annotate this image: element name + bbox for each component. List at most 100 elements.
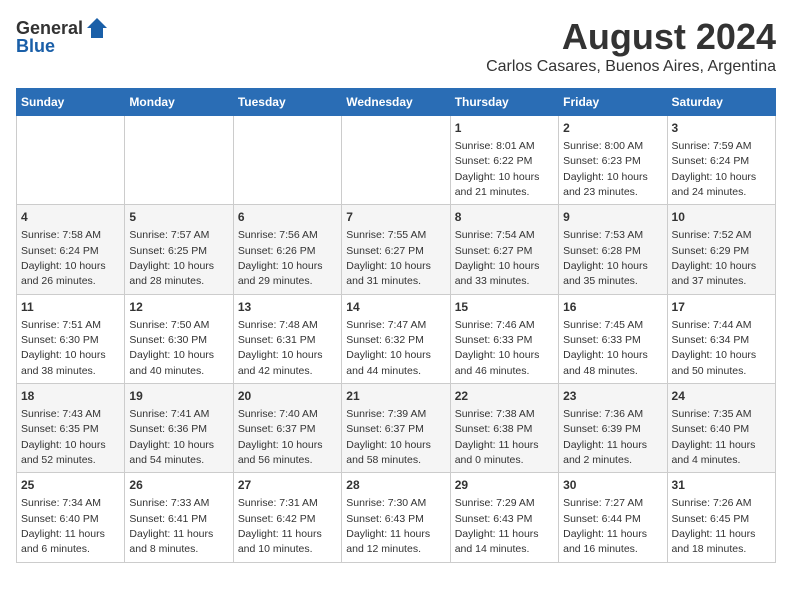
- day-number: 31: [672, 477, 771, 494]
- day-content: Sunrise: 7:53 AM Sunset: 6:28 PM Dayligh…: [563, 229, 648, 287]
- day-content: Sunrise: 7:41 AM Sunset: 6:36 PM Dayligh…: [129, 408, 214, 466]
- week-row-2: 4 Sunrise: 7:58 AM Sunset: 6:24 PM Daylig…: [17, 205, 776, 294]
- day-number: 22: [455, 388, 554, 405]
- day-cell: 28Sunrise: 7:30 AM Sunset: 6:43 PM Dayli…: [342, 473, 450, 562]
- day-cell: [17, 116, 125, 205]
- day-content: Sunrise: 7:33 AM Sunset: 6:41 PM Dayligh…: [129, 497, 213, 555]
- day-cell: [233, 116, 341, 205]
- day-content: Sunrise: 7:40 AM Sunset: 6:37 PM Dayligh…: [238, 408, 323, 466]
- day-number: 13: [238, 299, 337, 316]
- day-content: Sunrise: 7:51 AM Sunset: 6:30 PM Dayligh…: [21, 319, 106, 377]
- day-cell: 21 Sunrise: 7:39 AM Sunset: 6:37 PM Dayli…: [342, 384, 450, 473]
- day-number: 16: [563, 299, 662, 316]
- day-cell: 30Sunrise: 7:27 AM Sunset: 6:44 PM Dayli…: [559, 473, 667, 562]
- day-content: Sunrise: 7:46 AM Sunset: 6:33 PM Dayligh…: [455, 319, 540, 377]
- day-cell: 31 Sunrise: 7:26 AM Sunset: 6:45 PM Dayli…: [667, 473, 775, 562]
- logo-icon: [85, 16, 109, 40]
- day-cell: 22 Sunrise: 7:38 AM Sunset: 6:38 PM Dayli…: [450, 384, 558, 473]
- day-content: Sunrise: 7:52 AM Sunset: 6:29 PM Dayligh…: [672, 229, 757, 287]
- day-cell: 14 Sunrise: 7:47 AM Sunset: 6:32 PM Dayli…: [342, 294, 450, 383]
- day-cell: 18 Sunrise: 7:43 AM Sunset: 6:35 PM Dayli…: [17, 384, 125, 473]
- day-content: Sunrise: 7:44 AM Sunset: 6:34 PM Dayligh…: [672, 319, 757, 377]
- day-number: 30: [563, 477, 662, 494]
- day-cell: [342, 116, 450, 205]
- col-header-thursday: Thursday: [450, 89, 558, 116]
- day-number: 27: [238, 477, 337, 494]
- day-cell: 19 Sunrise: 7:41 AM Sunset: 6:36 PM Dayli…: [125, 384, 233, 473]
- day-number: 12: [129, 299, 228, 316]
- header-row: SundayMondayTuesdayWednesdayThursdayFrid…: [17, 89, 776, 116]
- day-cell: 26 Sunrise: 7:33 AM Sunset: 6:41 PM Dayli…: [125, 473, 233, 562]
- day-cell: 13 Sunrise: 7:48 AM Sunset: 6:31 PM Dayli…: [233, 294, 341, 383]
- day-number: 8: [455, 209, 554, 226]
- day-number: 15: [455, 299, 554, 316]
- day-cell: 9 Sunrise: 7:53 AM Sunset: 6:28 PM Daylig…: [559, 205, 667, 294]
- day-cell: 25Sunrise: 7:34 AM Sunset: 6:40 PM Dayli…: [17, 473, 125, 562]
- day-cell: 27 Sunrise: 7:31 AM Sunset: 6:42 PM Dayli…: [233, 473, 341, 562]
- day-cell: 11Sunrise: 7:51 AM Sunset: 6:30 PM Dayli…: [17, 294, 125, 383]
- day-content: Sunrise: 7:26 AM Sunset: 6:45 PM Dayligh…: [672, 497, 756, 555]
- day-cell: 15 Sunrise: 7:46 AM Sunset: 6:33 PM Dayli…: [450, 294, 558, 383]
- day-number: 29: [455, 477, 554, 494]
- calendar-table: SundayMondayTuesdayWednesdayThursdayFrid…: [16, 88, 776, 563]
- day-content: Sunrise: 7:54 AM Sunset: 6:27 PM Dayligh…: [455, 229, 540, 287]
- day-content: Sunrise: 8:01 AM Sunset: 6:22 PM Dayligh…: [455, 140, 540, 198]
- day-number: 4: [21, 209, 120, 226]
- day-number: 7: [346, 209, 445, 226]
- week-row-3: 11Sunrise: 7:51 AM Sunset: 6:30 PM Dayli…: [17, 294, 776, 383]
- col-header-friday: Friday: [559, 89, 667, 116]
- day-content: Sunrise: 7:30 AM Sunset: 6:43 PM Dayligh…: [346, 497, 430, 555]
- day-number: 25: [21, 477, 120, 494]
- col-header-tuesday: Tuesday: [233, 89, 341, 116]
- col-header-wednesday: Wednesday: [342, 89, 450, 116]
- day-cell: 16 Sunrise: 7:45 AM Sunset: 6:33 PM Dayli…: [559, 294, 667, 383]
- day-cell: 20 Sunrise: 7:40 AM Sunset: 6:37 PM Dayli…: [233, 384, 341, 473]
- day-cell: 10 Sunrise: 7:52 AM Sunset: 6:29 PM Dayli…: [667, 205, 775, 294]
- logo: General Blue: [16, 16, 109, 57]
- day-number: 20: [238, 388, 337, 405]
- col-header-saturday: Saturday: [667, 89, 775, 116]
- day-content: Sunrise: 7:43 AM Sunset: 6:35 PM Dayligh…: [21, 408, 106, 466]
- day-number: 10: [672, 209, 771, 226]
- logo-blue-text: Blue: [16, 36, 55, 57]
- day-cell: 1 Sunrise: 8:01 AM Sunset: 6:22 PM Daylig…: [450, 116, 558, 205]
- day-number: 9: [563, 209, 662, 226]
- day-content: Sunrise: 7:39 AM Sunset: 6:37 PM Dayligh…: [346, 408, 431, 466]
- day-content: Sunrise: 7:47 AM Sunset: 6:32 PM Dayligh…: [346, 319, 431, 377]
- day-number: 19: [129, 388, 228, 405]
- day-number: 1: [455, 120, 554, 137]
- day-cell: 2Sunrise: 8:00 AM Sunset: 6:23 PM Daylig…: [559, 116, 667, 205]
- day-content: Sunrise: 7:59 AM Sunset: 6:24 PM Dayligh…: [672, 140, 757, 198]
- day-number: 14: [346, 299, 445, 316]
- day-content: Sunrise: 7:58 AM Sunset: 6:24 PM Dayligh…: [21, 229, 106, 287]
- day-number: 18: [21, 388, 120, 405]
- day-number: 6: [238, 209, 337, 226]
- day-cell: 5Sunrise: 7:57 AM Sunset: 6:25 PM Daylig…: [125, 205, 233, 294]
- subtitle: Carlos Casares, Buenos Aires, Argentina: [486, 58, 776, 76]
- day-content: Sunrise: 7:38 AM Sunset: 6:38 PM Dayligh…: [455, 408, 539, 466]
- day-number: 21: [346, 388, 445, 405]
- day-content: Sunrise: 8:00 AM Sunset: 6:23 PM Dayligh…: [563, 140, 648, 198]
- day-cell: 8 Sunrise: 7:54 AM Sunset: 6:27 PM Daylig…: [450, 205, 558, 294]
- day-number: 24: [672, 388, 771, 405]
- day-content: Sunrise: 7:35 AM Sunset: 6:40 PM Dayligh…: [672, 408, 756, 466]
- day-content: Sunrise: 7:56 AM Sunset: 6:26 PM Dayligh…: [238, 229, 323, 287]
- day-cell: 6 Sunrise: 7:56 AM Sunset: 6:26 PM Daylig…: [233, 205, 341, 294]
- day-content: Sunrise: 7:50 AM Sunset: 6:30 PM Dayligh…: [129, 319, 214, 377]
- day-cell: 29 Sunrise: 7:29 AM Sunset: 6:43 PM Dayli…: [450, 473, 558, 562]
- week-row-1: 1 Sunrise: 8:01 AM Sunset: 6:22 PM Daylig…: [17, 116, 776, 205]
- day-content: Sunrise: 7:48 AM Sunset: 6:31 PM Dayligh…: [238, 319, 323, 377]
- day-number: 23: [563, 388, 662, 405]
- day-content: Sunrise: 7:55 AM Sunset: 6:27 PM Dayligh…: [346, 229, 431, 287]
- col-header-sunday: Sunday: [17, 89, 125, 116]
- col-header-monday: Monday: [125, 89, 233, 116]
- day-number: 5: [129, 209, 228, 226]
- day-cell: 7 Sunrise: 7:55 AM Sunset: 6:27 PM Daylig…: [342, 205, 450, 294]
- day-content: Sunrise: 7:45 AM Sunset: 6:33 PM Dayligh…: [563, 319, 648, 377]
- day-content: Sunrise: 7:29 AM Sunset: 6:43 PM Dayligh…: [455, 497, 539, 555]
- day-content: Sunrise: 7:31 AM Sunset: 6:42 PM Dayligh…: [238, 497, 322, 555]
- day-cell: [125, 116, 233, 205]
- day-cell: 12 Sunrise: 7:50 AM Sunset: 6:30 PM Dayli…: [125, 294, 233, 383]
- day-number: 26: [129, 477, 228, 494]
- day-cell: 3Sunrise: 7:59 AM Sunset: 6:24 PM Daylig…: [667, 116, 775, 205]
